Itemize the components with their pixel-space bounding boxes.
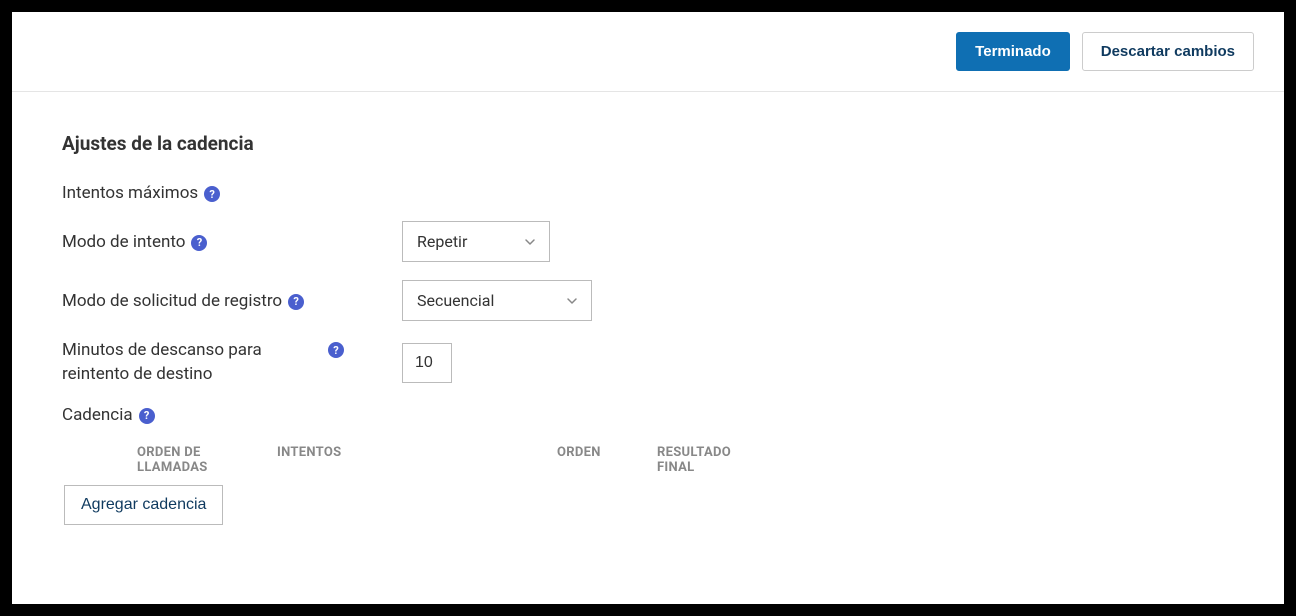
chevron-down-icon	[523, 235, 537, 249]
header-bar: Terminado Descartar cambios	[12, 12, 1284, 92]
section-title: Ajustes de la cadencia	[62, 132, 1234, 155]
input-rest-minutes[interactable]	[402, 343, 452, 383]
select-attempt-mode[interactable]: Repetir	[402, 221, 550, 262]
content-area: Ajustes de la cadencia Intentos máximos …	[12, 92, 1284, 565]
row-cadence: Cadencia ?	[62, 405, 1234, 425]
col-attempts: INTENTOS	[277, 445, 517, 475]
help-icon[interactable]: ?	[191, 235, 207, 251]
label-record-request-mode-text: Modo de solicitud de registro	[62, 291, 282, 311]
select-record-request-mode[interactable]: Secuencial	[402, 280, 592, 321]
select-attempt-mode-value: Repetir	[417, 232, 467, 251]
select-record-request-mode-value: Secuencial	[417, 291, 494, 310]
label-max-attempts-text: Intentos máximos	[62, 183, 198, 203]
label-attempt-mode-text: Modo de intento	[62, 232, 185, 252]
add-cadence-button[interactable]: Agregar cadencia	[64, 485, 223, 525]
discard-button[interactable]: Descartar cambios	[1082, 32, 1254, 71]
label-record-request-mode: Modo de solicitud de registro ?	[62, 291, 402, 311]
row-record-request-mode: Modo de solicitud de registro ? Secuenci…	[62, 280, 1234, 321]
help-icon[interactable]: ?	[139, 408, 155, 424]
col-final-result: RESULTADO FINAL	[657, 445, 757, 475]
label-rest-minutes: Minutos de descanso para reintento de de…	[62, 339, 402, 387]
cadence-table-header: ORDEN DE LLAMADAS INTENTOS ORDEN RESULTA…	[62, 445, 1234, 475]
row-attempt-mode: Modo de intento ? Repetir	[62, 221, 1234, 262]
label-attempt-mode: Modo de intento ?	[62, 232, 402, 252]
row-rest-minutes: Minutos de descanso para reintento de de…	[62, 339, 1234, 387]
row-max-attempts: Intentos máximos ?	[62, 183, 1234, 203]
col-order: ORDEN	[557, 445, 617, 475]
label-cadence: Cadencia ?	[62, 405, 402, 425]
done-button[interactable]: Terminado	[956, 32, 1070, 71]
help-icon[interactable]: ?	[288, 294, 304, 310]
label-max-attempts: Intentos máximos ?	[62, 183, 402, 203]
col-call-order: ORDEN DE LLAMADAS	[137, 445, 237, 475]
app-window: Terminado Descartar cambios Ajustes de l…	[12, 12, 1284, 604]
chevron-down-icon	[565, 294, 579, 308]
label-rest-minutes-text: Minutos de descanso para reintento de de…	[62, 339, 322, 387]
label-cadence-text: Cadencia	[62, 405, 133, 425]
help-icon[interactable]: ?	[328, 342, 344, 358]
help-icon[interactable]: ?	[204, 186, 220, 202]
